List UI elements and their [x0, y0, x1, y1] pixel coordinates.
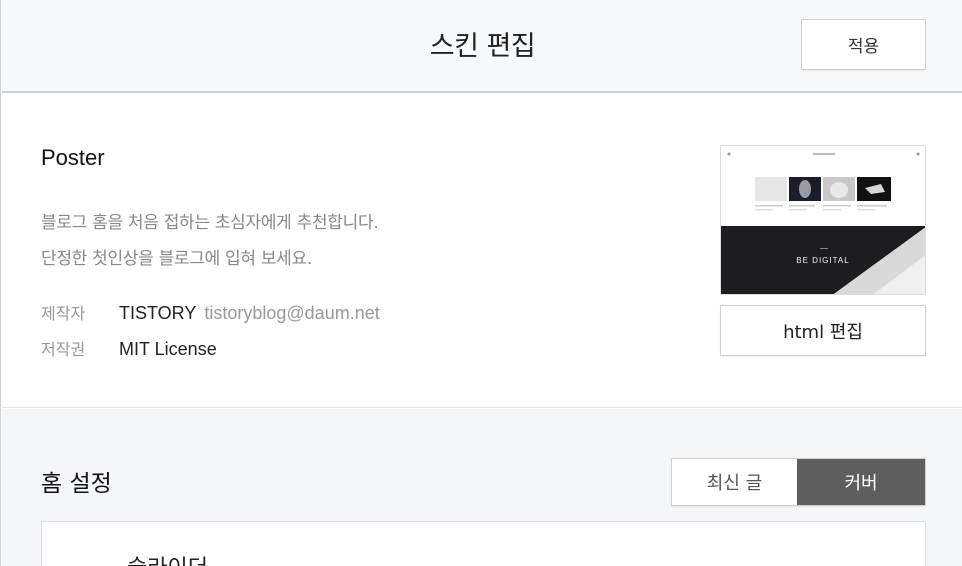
license-value: MIT License — [119, 339, 217, 359]
author-name: TISTORY — [119, 303, 197, 323]
home-mode-toggle: 최신 글 커버 — [671, 458, 926, 506]
apply-button[interactable]: 적용 — [801, 19, 926, 70]
thumbnail-top — [721, 146, 925, 226]
thumbnail-banner: BE DIGITAL — [721, 226, 925, 294]
recent-posts-option[interactable]: 최신 글 — [672, 459, 797, 505]
author-row: 제작자 TISTORY tistoryblog@daum.net — [41, 300, 380, 324]
header: 스킨 편집 적용 — [2, 0, 962, 93]
skin-name: Poster — [41, 145, 105, 170]
license-label: 저작권 — [41, 340, 86, 359]
skin-description-line: 단정한 첫인상을 블로그에 입혀 보세요. — [41, 249, 312, 269]
skin-description-line: 블로그 홈을 처음 접하는 초심자에게 추천합니다. — [41, 213, 379, 233]
cover-settings-panel: 슬라이더 — [41, 521, 926, 566]
skin-editor-window: 스킨 편집 적용 Poster 블로그 홈을 처음 접하는 초심자에게 추천합니… — [0, 0, 962, 566]
skin-info-section: Poster 블로그 홈을 처음 접하는 초심자에게 추천합니다. 단정한 첫인… — [2, 95, 962, 408]
license-row: 저작권 MIT License — [41, 336, 217, 360]
author-label: 제작자 — [41, 304, 86, 323]
html-edit-button[interactable]: html 편집 — [720, 305, 926, 356]
skin-description: 블로그 홈을 처음 접하는 초심자에게 추천합니다. 단정한 첫인상을 블로그에… — [41, 205, 379, 277]
home-settings-section: 홈 설정 최신 글 커버 슬라이더 — [2, 409, 962, 566]
author-email: tistoryblog@daum.net — [204, 303, 380, 323]
home-settings-title: 홈 설정 — [41, 471, 112, 497]
thumbnail-preview-graphic — [727, 152, 920, 211]
cover-option[interactable]: 커버 — [797, 459, 925, 505]
thumbnail-caption: BE DIGITAL — [796, 256, 850, 265]
skin-thumbnail: BE DIGITAL — [720, 145, 926, 295]
slider-label: 슬라이더 — [127, 550, 208, 566]
